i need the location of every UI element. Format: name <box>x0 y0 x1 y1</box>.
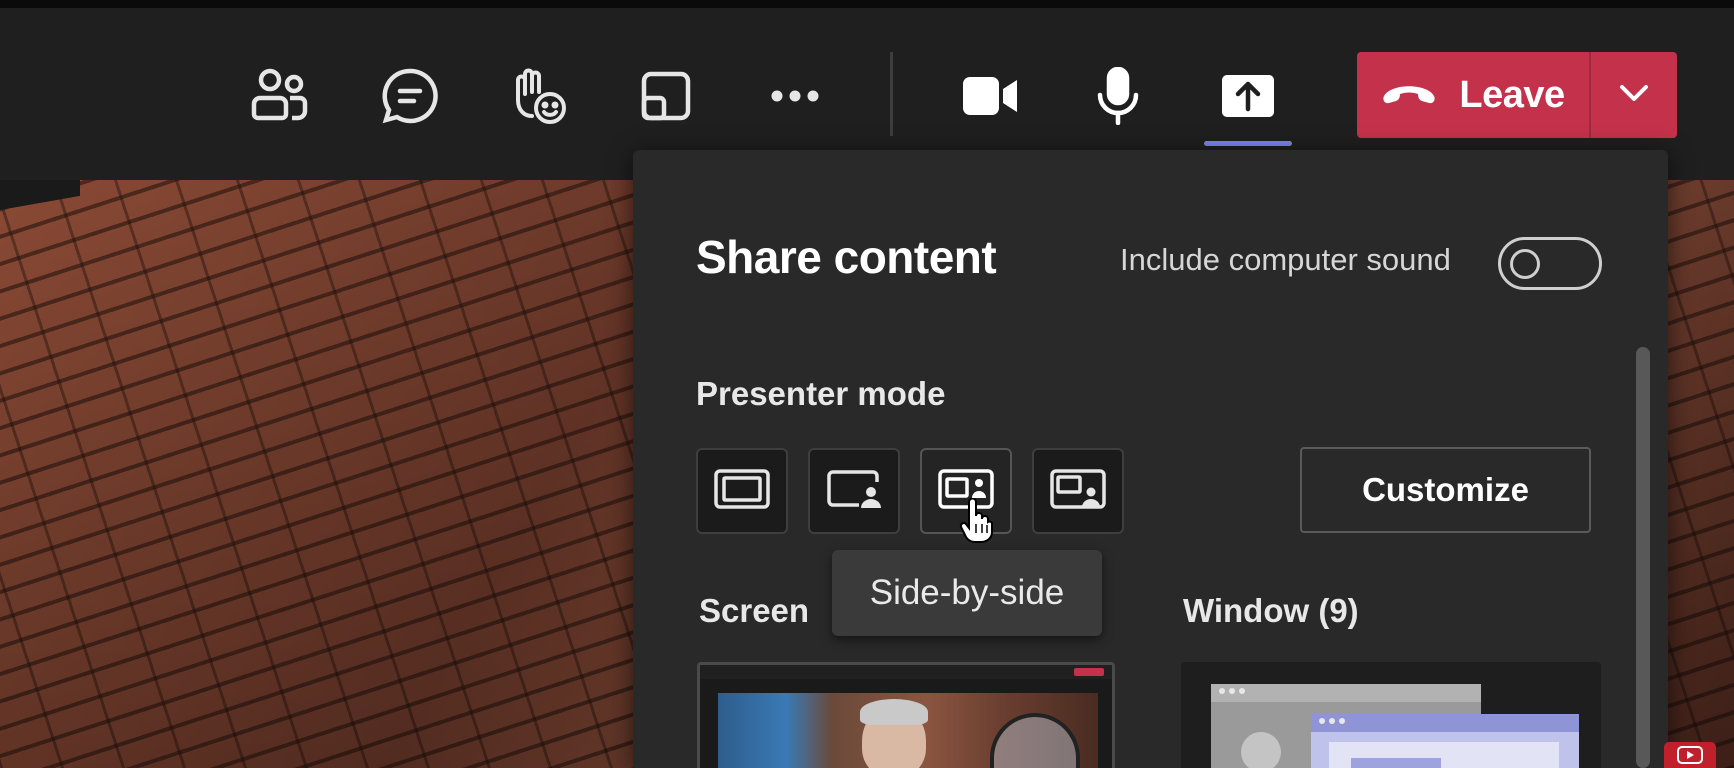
hand-pointer-icon <box>959 497 993 549</box>
camera-button[interactable] <box>950 56 1030 136</box>
window-thumbnail[interactable] <box>1181 662 1601 768</box>
hang-up-icon <box>1381 81 1437 110</box>
thumbnail-leave-button <box>1074 668 1104 676</box>
more-button[interactable] <box>755 56 835 136</box>
panel-scrollbar[interactable] <box>1636 347 1650 768</box>
share-button[interactable] <box>1208 56 1288 136</box>
share-tray-icon <box>1220 73 1276 119</box>
people-button[interactable] <box>240 56 320 136</box>
react-button[interactable] <box>498 56 578 136</box>
window-illustration-front <box>1311 714 1579 768</box>
chat-button[interactable] <box>370 56 450 136</box>
leave-button-group: Leave <box>1357 52 1677 138</box>
thumbnail-toolbar <box>700 665 1112 679</box>
window-dots <box>1219 688 1245 694</box>
mode-reporter-button[interactable] <box>1032 448 1124 534</box>
leave-label: Leave <box>1459 73 1565 116</box>
microphone-icon <box>1096 67 1140 125</box>
panel-title: Share content <box>696 231 997 283</box>
rooms-icon <box>640 70 692 122</box>
youtube-logo-icon <box>1664 742 1716 768</box>
video-window-frame <box>0 180 80 210</box>
chat-icon <box>381 67 439 125</box>
window-illustration-avatar <box>1241 732 1281 768</box>
camera-icon <box>961 75 1019 117</box>
presenter-mode-label: Presenter mode <box>696 375 946 412</box>
leave-button[interactable]: Leave <box>1357 52 1589 138</box>
standout-icon <box>825 468 883 515</box>
share-content-panel: Share content Include computer sound Pre… <box>633 150 1668 768</box>
rooms-button[interactable] <box>626 56 706 136</box>
include-sound-label: Include computer sound <box>1120 242 1451 277</box>
window-top-edge <box>0 0 1734 8</box>
include-sound-toggle[interactable] <box>1498 237 1602 290</box>
customize-button[interactable]: Customize <box>1300 447 1591 533</box>
screen-section-label: Screen <box>699 592 810 629</box>
window-illustration-back-bar <box>1211 684 1481 702</box>
leave-options-button[interactable] <box>1591 52 1677 138</box>
toolbar-divider <box>890 52 893 136</box>
more-horizontal-icon <box>770 89 820 103</box>
chevron-down-icon <box>1619 84 1649 107</box>
mode-standout-button[interactable] <box>808 448 900 534</box>
people-icon <box>250 68 310 124</box>
window-section-label: Window (9) <box>1183 592 1359 629</box>
content-only-icon <box>713 468 771 515</box>
screen-thumbnail[interactable] <box>697 662 1115 768</box>
side-by-side-tooltip: Side-by-side <box>832 550 1102 636</box>
window-illustration-front-bar <box>1311 714 1579 732</box>
toggle-knob <box>1510 249 1540 279</box>
window-illustration-line <box>1351 758 1441 768</box>
thumbnail-presenter-hair <box>860 699 928 725</box>
window-dots <box>1319 718 1345 724</box>
microphone-button[interactable] <box>1078 56 1158 136</box>
mode-content-only-button[interactable] <box>696 448 788 534</box>
raise-hand-react-icon <box>508 66 568 126</box>
reporter-icon <box>1049 468 1107 515</box>
share-active-indicator <box>1204 141 1292 146</box>
